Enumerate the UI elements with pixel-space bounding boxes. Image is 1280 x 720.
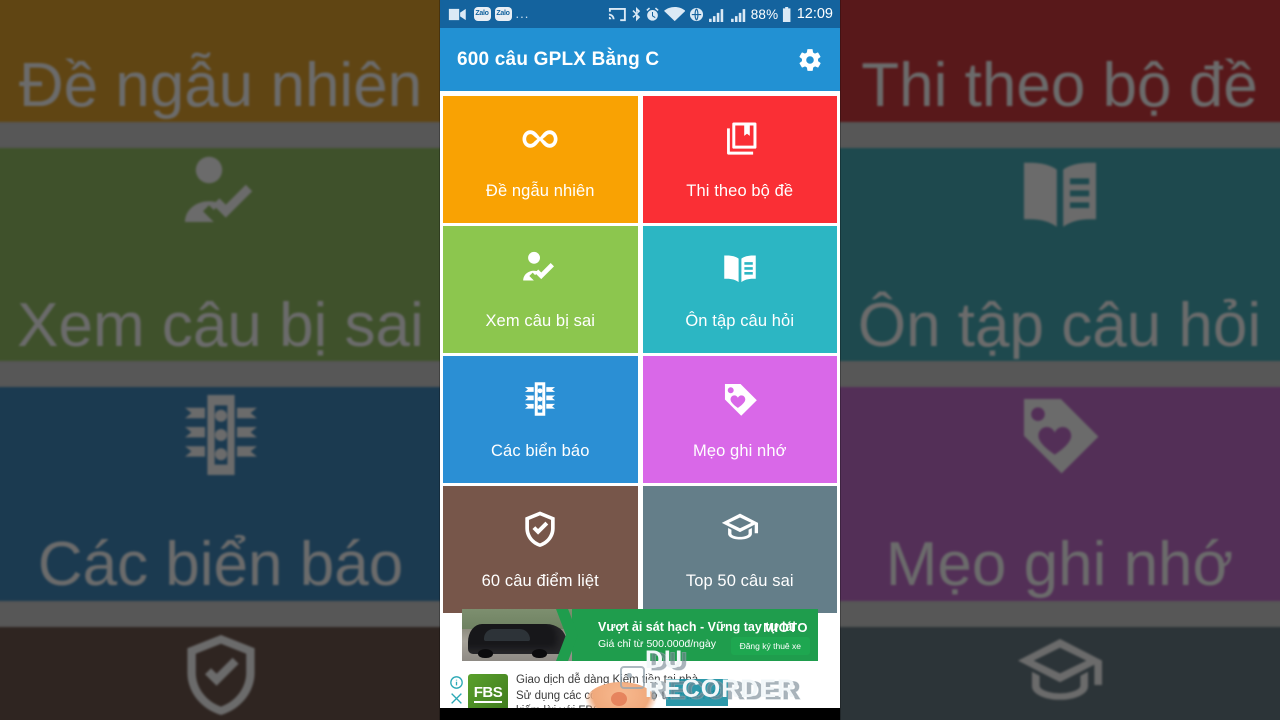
status-bar: Zalo Zalo ... 88% 12:09	[440, 0, 840, 28]
vpn-icon	[689, 7, 704, 22]
tag-heart-icon	[1012, 387, 1108, 483]
tile-60-cau-diem-liet[interactable]: 60 câu điểm liệt	[443, 486, 638, 613]
phone-screen: Zalo Zalo ... 88% 12:09 600 câu GPLX Bằn…	[440, 0, 840, 720]
tile-on-tap-cau-hoi[interactable]: Ôn tập câu hỏi	[642, 226, 837, 353]
overflow-dots-icon: ...	[515, 6, 530, 21]
fbs-ad-line-1: Giao dịch dễ dàng Kiếm tiền tại nhà.	[516, 674, 702, 686]
fbs-logo-text: FBS	[473, 683, 503, 703]
tile-label: Các biển báo	[491, 442, 590, 460]
tile-top-50-cau-sai[interactable]: Top 50 câu sai	[642, 486, 837, 613]
bluetooth-icon	[631, 6, 641, 22]
alarm-icon	[645, 7, 660, 22]
open-book-icon	[1012, 148, 1108, 244]
banner-ad-content[interactable]: Vượt ải sát hạch - Vững tay tự lái Giá c…	[462, 609, 818, 661]
wifi-icon	[664, 6, 686, 22]
book-stack-bookmark-icon	[719, 118, 761, 160]
zalo-icon: Zalo	[494, 7, 512, 21]
tile-meo-ghi-nho[interactable]: Mẹo ghi nhớ	[642, 356, 837, 483]
person-check-icon	[173, 148, 269, 244]
clock: 12:09	[796, 6, 833, 22]
tag-heart-icon	[719, 378, 761, 420]
open-book-icon	[719, 248, 761, 290]
tile-label: Đề ngẫu nhiên	[485, 182, 595, 200]
tile-label: 60 câu điểm liệt	[481, 572, 599, 590]
car-photo	[462, 609, 572, 661]
info-icon[interactable]	[449, 676, 463, 689]
gear-icon[interactable]	[797, 47, 823, 73]
navigation-bar	[440, 708, 840, 720]
background-tile-label: Ôn tập câu hỏi	[857, 290, 1262, 360]
status-bar-right: 88% 12:09	[608, 6, 833, 22]
traffic-light-icon	[519, 378, 561, 420]
ad-controls	[446, 670, 466, 705]
background-tile-label: Xem câu bị sai	[17, 290, 424, 360]
fbs-ad-line-2: Sử dụng các công cụ hỗ trợ tài chính để	[516, 689, 722, 702]
video-camera-icon	[447, 7, 470, 22]
tile-thi-theo-bo-de[interactable]: Thi theo bộ đề	[642, 96, 837, 223]
cast-icon	[608, 7, 627, 22]
tile-label: Ôn tập câu hỏi	[685, 312, 795, 330]
banner-cta-button[interactable]: Đăng ký thuê xe	[730, 637, 810, 655]
signal-sim1-icon	[708, 7, 725, 22]
tile-xem-cau-bi-sai[interactable]: Xem câu bị sai	[443, 226, 638, 353]
tile-cac-bien-bao[interactable]: Các biển báo	[443, 356, 638, 483]
menu-grid: Đề ngẫu nhiên Thi theo bộ đề Xem câu bị …	[440, 91, 840, 613]
tile-label: Thi theo bộ đề	[686, 182, 794, 200]
close-icon[interactable]	[450, 692, 463, 705]
graduation-cap-icon	[1012, 627, 1108, 720]
infinity-icon	[173, 0, 269, 4]
signal-sim2-icon	[730, 7, 747, 22]
background-tile-label: Thi theo bộ đề	[861, 51, 1258, 121]
battery-percent: 88%	[750, 6, 779, 22]
book-stack-bookmark-icon	[1012, 0, 1108, 4]
tile-label: Top 50 câu sai	[685, 572, 794, 590]
background-tile-label: Các biển báo	[37, 530, 404, 600]
mioto-brand-logo: MIOTO	[763, 620, 808, 635]
tile-label: Xem câu bị sai	[485, 312, 596, 330]
app-bar: 600 câu GPLX Bằng C	[440, 28, 840, 91]
infinity-icon	[519, 118, 561, 160]
background-tile-label: Đề ngẫu nhiên	[18, 51, 423, 121]
tile-de-ngau-nhien[interactable]: Đề ngẫu nhiên	[443, 96, 638, 223]
banner-ad[interactable]: Vượt ải sát hạch - Vững tay tự lái Giá c…	[440, 604, 840, 666]
person-check-icon	[519, 248, 561, 290]
background-tile-label: Mẹo ghi nhớ	[885, 530, 1234, 600]
graduation-cap-icon	[719, 508, 761, 550]
status-bar-left: Zalo Zalo ...	[447, 7, 608, 22]
tile-label: Mẹo ghi nhớ	[692, 442, 787, 460]
battery-icon	[782, 6, 791, 22]
page-title: 600 câu GPLX Bằng C	[457, 48, 660, 70]
shield-check-icon	[519, 508, 561, 550]
zalo-icon: Zalo	[473, 7, 491, 21]
traffic-light-icon	[173, 387, 269, 483]
shield-check-icon	[173, 627, 269, 720]
